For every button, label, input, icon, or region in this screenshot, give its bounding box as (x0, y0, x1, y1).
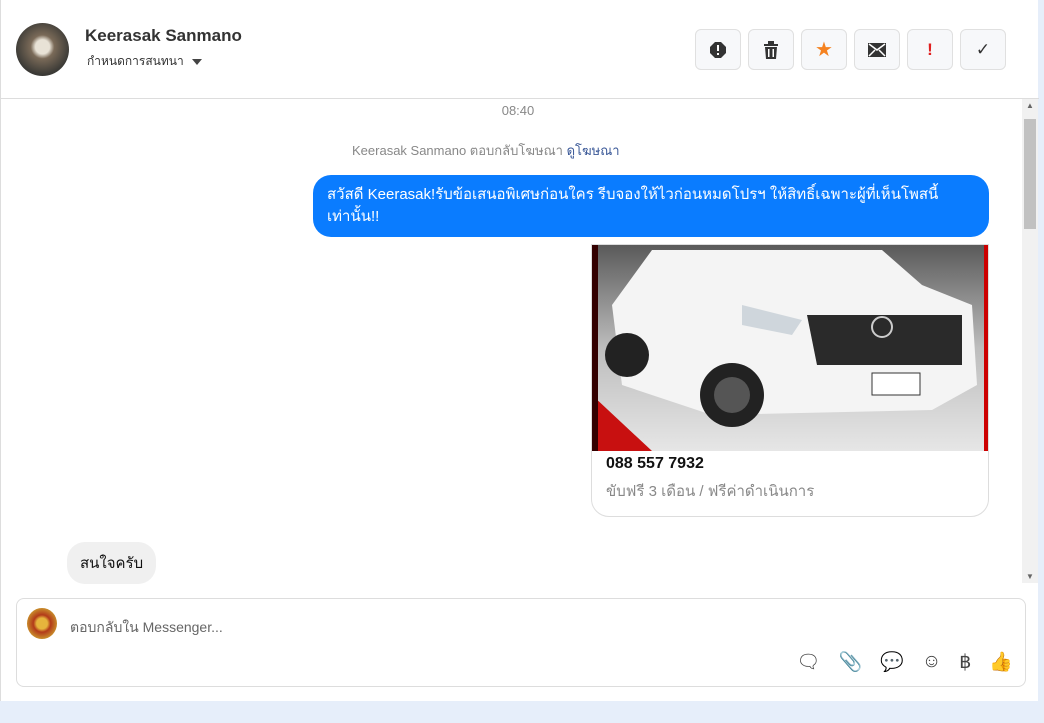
ad-phone: 088 557 7932 (606, 455, 704, 472)
trash-icon (764, 40, 778, 59)
attach-icon[interactable]: 📎 (838, 650, 862, 674)
star-button[interactable]: ★ (801, 29, 847, 70)
thumbs-up-icon[interactable]: 👍 (989, 650, 1013, 674)
reply-composer[interactable]: ตอบกลับใน Messenger... 🗨 📎 💬 ☺ ฿ 👍 (16, 598, 1026, 687)
baht-icon[interactable]: ฿ (959, 651, 971, 674)
conversation-panel: Keerasak Sanmano กำหนดการสนทนา ★ ! ✓ 08:… (0, 0, 1039, 701)
emoji-icon[interactable]: ☺ (922, 651, 941, 673)
timestamp: 08:40 (501, 103, 535, 118)
scroll-up-icon[interactable]: ▲ (1026, 101, 1034, 110)
page-avatar (27, 608, 57, 639)
check-icon: ✓ (975, 39, 991, 59)
exclamation-icon: ! (927, 39, 933, 59)
follow-up-button[interactable]: ! (907, 29, 953, 70)
star-icon: ★ (815, 39, 833, 61)
contact-name[interactable]: Keerasak Sanmano (85, 26, 242, 46)
scroll-down-icon[interactable]: ▼ (1026, 572, 1034, 581)
incoming-message: สนใจครับ (67, 542, 157, 584)
spam-button[interactable] (695, 29, 741, 70)
ad-card[interactable]: 088 557 7932 ขับฟรี 3 เดือน / ฟรีค่าดำเน… (591, 244, 989, 517)
reply-input[interactable]: ตอบกลับใน Messenger... (70, 617, 223, 639)
outgoing-message: สวัสดี Keerasak!รับข้อเสนอพิเศษก่อนใคร ร… (313, 175, 989, 237)
scrollbar[interactable]: ▲ ▼ (1022, 99, 1038, 583)
chat-icon[interactable]: 💬 (880, 650, 904, 674)
reply-note-text: Keerasak Sanmano ตอบกลับโฆษณา (352, 143, 563, 158)
mark-unread-button[interactable] (854, 29, 900, 70)
dropdown-label: กำหนดการสนทนา (87, 54, 184, 68)
alert-octagon-icon (710, 41, 726, 58)
scroll-thumb[interactable] (1024, 119, 1036, 229)
message-list: 08:40 Keerasak Sanmano ตอบกลับโฆษณา ดูโฆ… (1, 99, 1021, 586)
envelope-icon (868, 42, 886, 57)
car-image (592, 245, 988, 451)
ad-reply-note: Keerasak Sanmano ตอบกลับโฆษณา ดูโฆษณา (352, 140, 620, 161)
avatar[interactable] (16, 23, 69, 76)
saved-reply-icon[interactable]: 🗨 (796, 650, 820, 674)
conversation-header: Keerasak Sanmano กำหนดการสนทนา ★ ! ✓ (1, 0, 1039, 99)
view-ad-link[interactable]: ดูโฆษณา (567, 143, 620, 158)
ad-description: ขับฟรี 3 เดือน / ฟรีค่าดำเนินการ (606, 483, 815, 500)
mark-done-button[interactable]: ✓ (960, 29, 1006, 70)
caret-down-icon (191, 58, 202, 65)
delete-button[interactable] (748, 29, 794, 70)
conversation-settings-dropdown[interactable]: กำหนดการสนทนา (87, 52, 202, 71)
